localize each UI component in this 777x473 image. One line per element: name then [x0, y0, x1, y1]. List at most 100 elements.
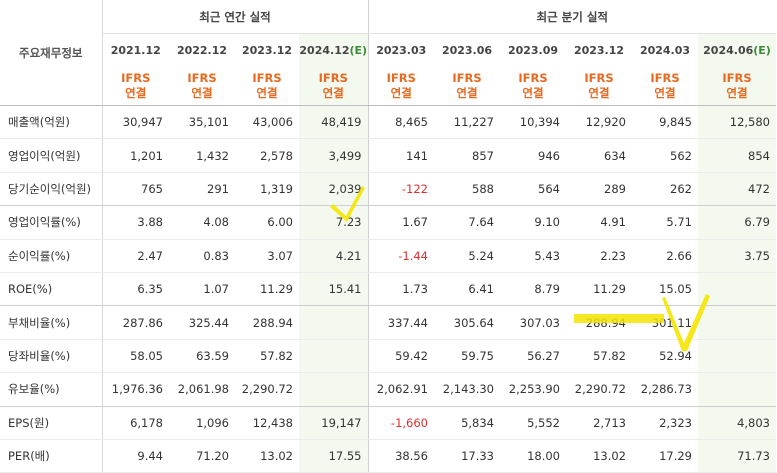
consolidated-text: 연결 — [522, 85, 544, 100]
table-row: EPS(원) 6,178 1,096 12,438 19,147 -1,660 5,834 5… — [0, 406, 776, 440]
table-row: 영업이익률(%) 3.88 4.08 6.00 7.23 1.67 7.64 9.10 4.91… — [0, 205, 776, 240]
table-cell: 57.82 — [235, 339, 299, 374]
consolidated-text: 연결 — [125, 85, 147, 100]
table-cell: 3.75 — [698, 239, 776, 273]
table-cell: 288.94 — [566, 305, 632, 340]
table-cell: -122 — [368, 172, 434, 207]
ifrs-text: IFRS — [650, 70, 680, 85]
table-cell: 2,290.72 — [235, 372, 299, 407]
ifrs-text: IFRS — [121, 70, 151, 85]
period-label: 2023.03 — [376, 43, 427, 57]
table-cell: 6.00 — [235, 205, 299, 240]
table-cell: 11.29 — [566, 272, 632, 307]
table-cell: 301.11 — [632, 305, 698, 340]
table-cell — [698, 272, 776, 307]
table-cell: 6.35 — [102, 272, 169, 307]
table-cell: 17.29 — [632, 439, 698, 473]
financial-table: 주요재무정보 최근 연간 실적 최근 분기 실적 2021.12 2022.12 2… — [0, 0, 776, 473]
table-cell: 0.83 — [169, 239, 235, 273]
consolidated-text: 연결 — [588, 85, 610, 100]
table-cell — [299, 339, 369, 374]
table-cell: -1.44 — [368, 239, 434, 273]
table-cell: 2,323 — [632, 406, 698, 440]
period-header: 2022.12 — [169, 34, 235, 67]
table-cell: 337.44 — [368, 305, 434, 340]
table-cell: 2.23 — [566, 239, 632, 273]
table-cell: 6,178 — [102, 406, 169, 440]
table-cell: 1,201 — [102, 138, 169, 173]
period-label: 2023.12 — [241, 43, 293, 57]
table-row: PER(배) 9.44 71.20 13.02 17.55 38.56 17.33 18.00… — [0, 439, 776, 473]
table-cell: 307.03 — [500, 305, 566, 340]
table-cell: 291 — [169, 172, 235, 207]
period-label: 2023.09 — [507, 43, 559, 57]
ifrs-consolidated-label: IFRS 연결 — [368, 66, 434, 106]
table-cell: 2,253.90 — [500, 372, 566, 407]
table-cell: 63.59 — [169, 339, 235, 374]
period-header: 2023.03 — [368, 34, 434, 67]
table-cell: 5.43 — [500, 239, 566, 273]
table-cell: 48,419 — [299, 105, 369, 140]
table-cell: 1.67 — [368, 205, 434, 240]
table-cell: 12,438 — [235, 406, 299, 440]
table-cell: 10,394 — [500, 105, 566, 140]
table-cell: 11,227 — [434, 105, 500, 140]
table-cell: 857 — [434, 138, 500, 173]
table-row: 유보율(%) 1,976.36 2,061.98 2,290.72 2,062.91 2,… — [0, 372, 776, 407]
table-cell: 9.10 — [500, 205, 566, 240]
table-row: 당좌비율(%) 58.05 63.59 57.82 59.42 59.75 56.27 57.… — [0, 339, 776, 374]
table-row: 부채비율(%) 287.86 325.44 288.94 337.44 305.64 307… — [0, 305, 776, 340]
ifrs-text: IFRS — [386, 70, 416, 85]
consolidated-text: 연결 — [654, 85, 676, 100]
table-cell: 141 — [368, 138, 434, 173]
row-label: 당기순이익(억원) — [0, 172, 103, 207]
table-cell: 11.29 — [235, 272, 299, 307]
table-cell: 8.79 — [500, 272, 566, 307]
row-label: 매출액(억원) — [0, 105, 103, 140]
ifrs-text: IFRS — [452, 70, 482, 85]
table-cell: 289 — [566, 172, 632, 207]
period-label: 2024.12 — [299, 43, 350, 57]
period-label: 2023.06 — [441, 43, 493, 57]
table-cell: 13.02 — [235, 439, 299, 473]
table-cell: 1.07 — [169, 272, 235, 307]
annual-group-header: 최근 연간 실적 — [102, 0, 369, 34]
table-cell: 57.82 — [566, 339, 632, 374]
table-cell: 8,465 — [368, 105, 434, 140]
ifrs-consolidated-label: IFRS 연결 — [235, 66, 299, 106]
table-cell: 1,976.36 — [102, 372, 169, 407]
table-cell: 2.66 — [632, 239, 698, 273]
table-cell: 59.42 — [368, 339, 434, 374]
ifrs-text: IFRS — [722, 70, 752, 85]
table-cell: 1.73 — [368, 272, 434, 307]
period-header: 2023.06 — [434, 34, 500, 67]
table-cell: 2,062.91 — [368, 372, 434, 407]
ifrs-consolidated-label: IFRS 연결 — [566, 66, 632, 106]
row-label: ROE(%) — [0, 272, 103, 307]
table-cell: 58.05 — [102, 339, 169, 374]
ifrs-text: IFRS — [187, 70, 217, 85]
table-cell: 4.08 — [169, 205, 235, 240]
table-cell: 5.24 — [434, 239, 500, 273]
ifrs-consolidated-label: IFRS 연결 — [169, 66, 235, 106]
consolidated-text: 연결 — [322, 85, 344, 100]
table-cell: 287.86 — [102, 305, 169, 340]
table-row: ROE(%) 6.35 1.07 11.29 15.41 1.73 6.41 8.79 11.2… — [0, 272, 776, 307]
table-cell: 2.47 — [102, 239, 169, 273]
period-label: 2024.03 — [639, 43, 691, 57]
estimate-marker: (E) — [753, 43, 771, 57]
ifrs-header-row: IFRS 연결 IFRS 연결 IFRS 연결 IFRS 연결 IFRS 연결 IFRS 연결 IFRS… — [0, 66, 776, 106]
row-label: 유보율(%) — [0, 372, 103, 407]
table-cell: 7.64 — [434, 205, 500, 240]
table-cell: -1,660 — [368, 406, 434, 440]
table-cell: 15.05 — [632, 272, 698, 307]
table-cell: 59.75 — [434, 339, 500, 374]
table-cell: 2,713 — [566, 406, 632, 440]
consolidated-text: 연결 — [726, 85, 748, 100]
table-cell: 2,039 — [299, 172, 369, 207]
table-cell: 6.41 — [434, 272, 500, 307]
table-cell — [698, 305, 776, 340]
table-cell: 5.71 — [632, 205, 698, 240]
table-cell: 17.33 — [434, 439, 500, 473]
table-cell: 13.02 — [566, 439, 632, 473]
